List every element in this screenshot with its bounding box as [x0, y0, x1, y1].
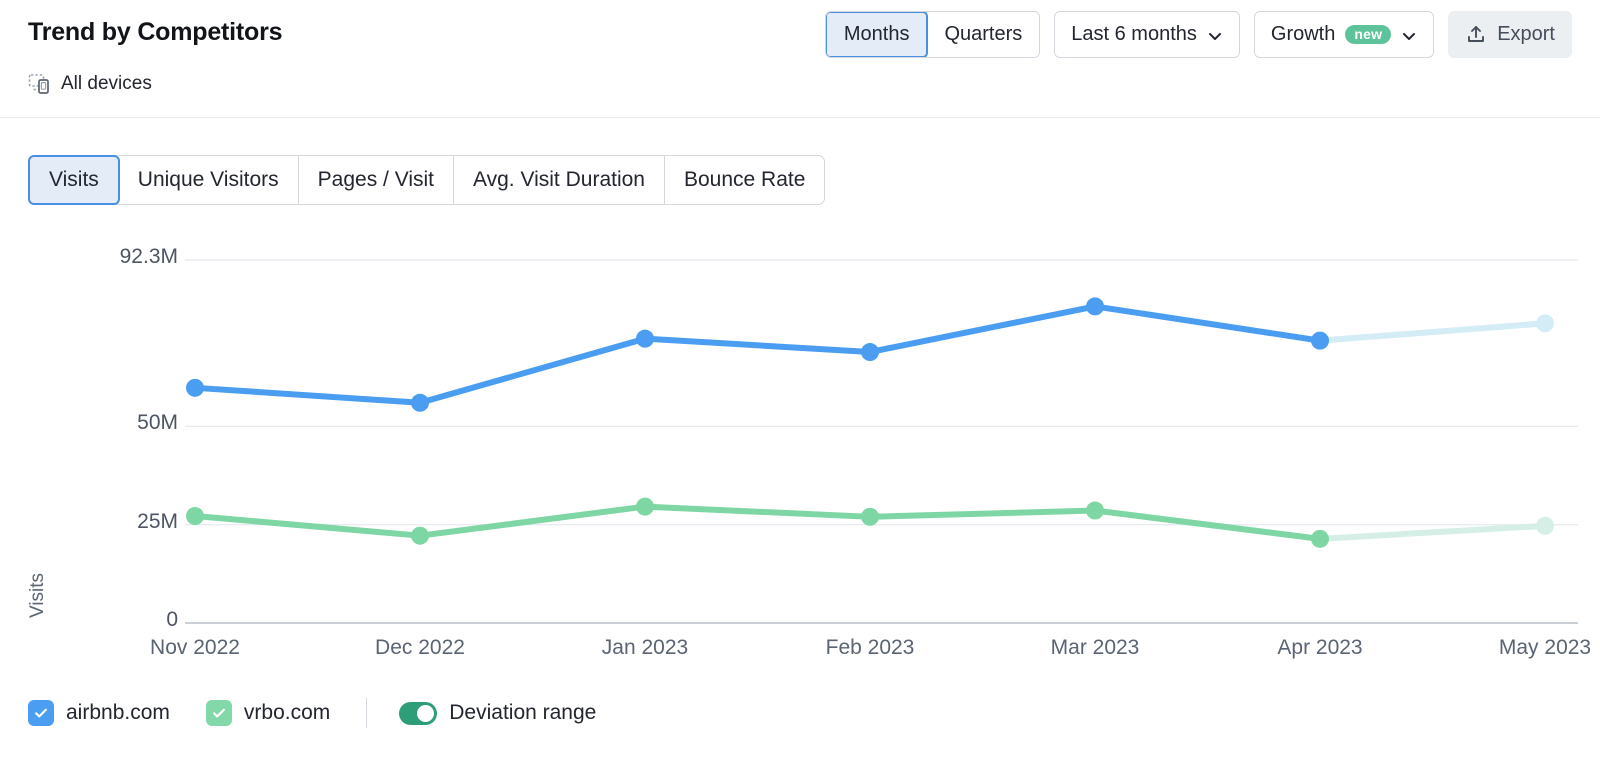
checkbox-airbnb[interactable]	[28, 700, 54, 726]
legend-label-airbnb: airbnb.com	[66, 701, 170, 724]
checkbox-vrbo[interactable]	[205, 700, 232, 726]
data-point[interactable]	[186, 378, 204, 397]
growth-dropdown-label: Growth	[1270, 23, 1336, 45]
all-devices-label: All devices	[61, 73, 152, 94]
chart-legend: airbnb.com vrbo.com Deviation range	[28, 698, 632, 728]
data-point[interactable]	[636, 329, 654, 348]
growth-dropdown[interactable]: Growth new	[1253, 11, 1435, 58]
data-point[interactable]	[861, 343, 879, 362]
legend-label-vrbo: vrbo.com	[243, 701, 331, 724]
tab-avg-visit-duration[interactable]: Avg. Visit Duration	[454, 156, 665, 204]
new-badge: new	[1345, 25, 1392, 44]
period-dropdown[interactable]: Last 6 months	[1054, 11, 1240, 58]
deviation-range-label: Deviation range	[449, 701, 597, 724]
deviation-range-control[interactable]: Deviation range	[399, 701, 596, 725]
series-line	[192, 503, 1323, 542]
chevron-down-icon	[1401, 27, 1417, 43]
legend-item-airbnb[interactable]: airbnb.com	[28, 700, 170, 726]
chart-plot-area	[185, 259, 1578, 624]
data-point[interactable]	[411, 526, 429, 545]
series-line	[192, 303, 1323, 406]
data-point[interactable]	[1536, 314, 1554, 333]
devices-icon	[28, 72, 52, 96]
granularity-option-months[interactable]: Months	[825, 12, 929, 57]
export-button[interactable]: Export	[1448, 11, 1572, 58]
legend-item-vrbo[interactable]: vrbo.com	[205, 700, 331, 726]
data-point[interactable]	[1311, 331, 1329, 350]
data-point[interactable]	[1536, 516, 1554, 535]
data-point[interactable]	[1086, 501, 1104, 520]
trend-chart: Visits 0 25M 50M 92.3M Nov 2022 Dec 2022 Jan …	[0, 226, 1600, 686]
tab-visits[interactable]: Visits	[28, 155, 120, 205]
metric-tabs: Visits Unique Visitors Pages / Visit Avg…	[28, 155, 826, 205]
data-point[interactable]	[411, 393, 429, 412]
toggle-knob	[417, 704, 435, 722]
tab-unique-visitors[interactable]: Unique Visitors	[119, 156, 299, 204]
series-line	[1317, 522, 1548, 542]
tab-bounce-rate[interactable]: Bounce Rate	[665, 156, 824, 204]
granularity-segmented-control[interactable]: Months Quarters	[824, 11, 1041, 58]
header-controls: Months Quarters Last 6 months Growth new	[824, 11, 1572, 58]
upload-icon	[1465, 24, 1487, 46]
series-line	[1317, 320, 1548, 344]
page-title: Trend by Competitors	[28, 18, 283, 46]
data-point[interactable]	[861, 507, 879, 526]
all-devices-selector[interactable]: All devices	[28, 72, 152, 96]
tab-pages-per-visit[interactable]: Pages / Visit	[299, 156, 454, 204]
export-label: Export	[1497, 23, 1555, 45]
deviation-range-toggle[interactable]	[399, 701, 438, 725]
data-point[interactable]	[1086, 297, 1104, 316]
panel-header: Trend by Competitors All devices Months …	[0, 0, 1600, 118]
data-point[interactable]	[1311, 529, 1329, 548]
chevron-down-icon	[1207, 27, 1223, 43]
legend-divider	[366, 698, 368, 728]
data-point[interactable]	[186, 507, 204, 526]
period-dropdown-label: Last 6 months	[1071, 23, 1197, 45]
granularity-option-quarters[interactable]: Quarters	[927, 12, 1040, 57]
data-point[interactable]	[636, 497, 654, 516]
